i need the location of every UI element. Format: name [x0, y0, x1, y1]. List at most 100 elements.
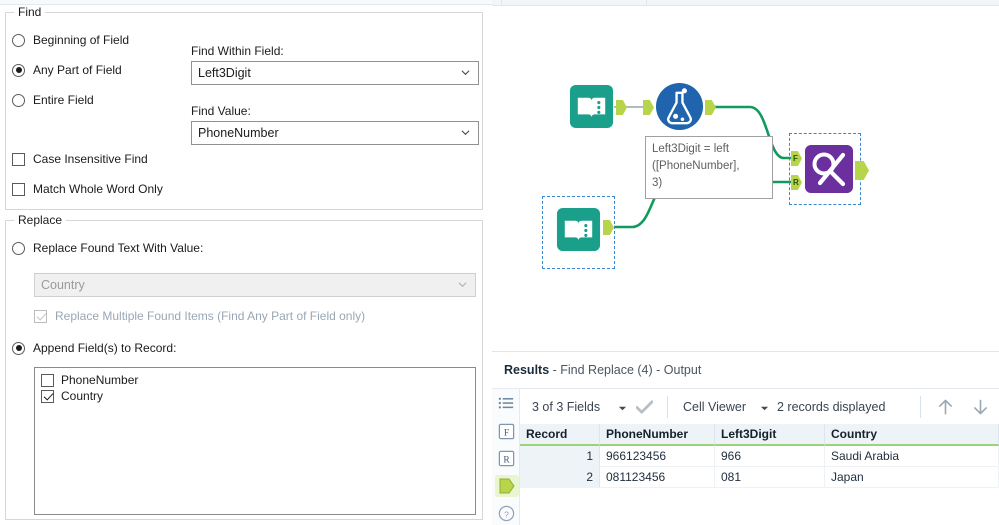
- radio-replace-found-text[interactable]: Replace Found Text With Value:: [12, 241, 203, 255]
- arrow-up-icon[interactable]: [937, 397, 954, 417]
- chevron-down-icon: [461, 70, 470, 76]
- results-panel: Results - Find Replace (4) - Output F R …: [492, 351, 999, 525]
- radio-any-part-of-field[interactable]: Any Part of Field: [12, 63, 122, 77]
- radio-any-part-of-field-label: Any Part of Field: [33, 63, 122, 77]
- workflow-area: Left3Digit = left ([PhoneNumber], 3) F R…: [492, 0, 999, 525]
- list-item[interactable]: PhoneNumber: [35, 372, 475, 388]
- radio-beginning-of-field-label: Beginning of Field: [33, 33, 130, 47]
- list-icon[interactable]: [497, 395, 516, 414]
- column-header-phonenumber[interactable]: PhoneNumber: [600, 424, 715, 446]
- formula-annotation-line-2: ([PhoneNumber],: [652, 160, 740, 172]
- output-anchor-icon[interactable]: [495, 475, 519, 497]
- config-panel-top-strip: [0, 0, 492, 5]
- formula-annotation-line-3: 3): [652, 177, 663, 189]
- checkbox-case-insensitive-find-label: Case Insensitive Find: [33, 152, 148, 166]
- results-toolbar: 3 of 3 Fields Cell Viewer 2 records disp…: [520, 389, 999, 424]
- results-icon-rail: F R ?: [492, 389, 520, 525]
- table-header-row: Record PhoneNumber Left3Digit Country: [520, 424, 999, 446]
- column-header-country[interactable]: Country: [825, 424, 999, 446]
- find-value-label: Find Value:: [191, 104, 251, 118]
- checkbox-replace-multiple-found-items-box: [34, 309, 47, 323]
- cell-country: Japan: [825, 467, 999, 487]
- replace-value-combo[interactable]: Country: [34, 273, 476, 297]
- radio-entire-field-dot: [12, 93, 25, 107]
- view-mode-selector[interactable]: Cell Viewer: [683, 400, 746, 414]
- radio-append-fields-to-record[interactable]: Append Field(s) to Record:: [12, 341, 176, 355]
- replace-group-title: Replace: [14, 213, 67, 227]
- results-title-bold: Results: [504, 363, 550, 377]
- input-data-tool-2[interactable]: [555, 206, 602, 253]
- results-data-grid[interactable]: Record PhoneNumber Left3Digit Country 1 …: [520, 424, 999, 525]
- list-item-label: PhoneNumber: [61, 373, 139, 387]
- column-header-record[interactable]: Record: [520, 424, 600, 446]
- radio-append-fields-to-record-dot: [12, 341, 25, 355]
- tool-configuration-panel: Find Beginning of Field Any Part of Fiel…: [0, 0, 492, 525]
- find-group-title: Find: [14, 5, 46, 19]
- cell-country: Saudi Arabia: [825, 446, 999, 466]
- input-data-icon: [556, 207, 601, 252]
- chevron-down-icon[interactable]: [618, 404, 627, 413]
- svg-text:F: F: [504, 428, 509, 438]
- svg-text:?: ?: [504, 509, 509, 519]
- formula-tool[interactable]: [655, 82, 704, 131]
- chevron-down-icon: [458, 282, 467, 288]
- fields-selector[interactable]: 3 of 3 Fields: [532, 400, 600, 414]
- find-within-field-label: Find Within Field:: [191, 44, 284, 58]
- radio-beginning-of-field-dot: [12, 33, 25, 47]
- toolbar-divider: [920, 396, 921, 418]
- workflow-canvas[interactable]: Left3Digit = left ([PhoneNumber], 3) F R: [492, 6, 999, 351]
- append-fields-listbox[interactable]: PhoneNumber Country: [34, 367, 476, 515]
- checkbox-replace-multiple-found-items[interactable]: Replace Multiple Found Items (Find Any P…: [34, 309, 365, 323]
- find-within-field-value: Left3Digit: [198, 66, 251, 80]
- results-panel-title: Results - Find Replace (4) - Output: [504, 363, 701, 377]
- checkbox-phonenumber-box[interactable]: [41, 373, 54, 387]
- cell-record: 1: [520, 446, 600, 466]
- cell-left3digit: 081: [715, 467, 825, 487]
- radio-replace-found-text-label: Replace Found Text With Value:: [33, 241, 204, 255]
- arrow-down-icon[interactable]: [972, 397, 989, 417]
- list-item-label: Country: [61, 389, 104, 403]
- chevron-down-icon: [461, 130, 470, 136]
- find-replace-icon: [805, 145, 853, 193]
- results-title-rest: - Find Replace (4) - Output: [549, 363, 702, 377]
- row-divider: [520, 487, 999, 488]
- input-data-tool-1[interactable]: [568, 83, 615, 130]
- svg-text:R: R: [503, 455, 510, 465]
- check-icon[interactable]: [636, 400, 653, 415]
- replace-group-box: Replace Replace Found Text With Value: C…: [5, 213, 483, 520]
- help-icon[interactable]: ?: [497, 503, 516, 522]
- find-value-value: PhoneNumber: [198, 126, 279, 140]
- cell-record: 2: [520, 467, 600, 487]
- checkbox-match-whole-word-only[interactable]: Match Whole Word Only: [12, 182, 163, 196]
- find-replace-tool[interactable]: [805, 143, 853, 195]
- checkbox-case-insensitive-find[interactable]: Case Insensitive Find: [12, 152, 148, 166]
- output-anchor-glyph: [499, 478, 515, 494]
- replace-value-value: Country: [41, 278, 85, 292]
- cell-left3digit: 966: [715, 446, 825, 466]
- table-row[interactable]: 2 081123456 081 Japan: [520, 467, 999, 487]
- radio-replace-found-text-dot: [12, 241, 25, 255]
- toolbar-divider: [667, 396, 668, 418]
- records-icon[interactable]: R: [497, 449, 516, 468]
- cell-phonenumber: 966123456: [600, 446, 715, 466]
- formula-annotation-line-1: Left3Digit = left: [652, 143, 730, 155]
- find-value-combo[interactable]: PhoneNumber: [191, 121, 479, 145]
- formula-annotation[interactable]: Left3Digit = left ([PhoneNumber], 3): [645, 136, 773, 199]
- radio-entire-field[interactable]: Entire Field: [12, 93, 94, 107]
- find-within-field-combo[interactable]: Left3Digit: [191, 61, 479, 85]
- formula-icon: [655, 82, 704, 131]
- fields-icon[interactable]: F: [497, 422, 516, 441]
- radio-append-fields-to-record-label: Append Field(s) to Record:: [33, 341, 177, 355]
- find-group-box: Find Beginning of Field Any Part of Fiel…: [5, 5, 483, 210]
- checkbox-match-whole-word-only-label: Match Whole Word Only: [33, 182, 163, 196]
- radio-beginning-of-field[interactable]: Beginning of Field: [12, 33, 129, 47]
- list-item[interactable]: Country: [35, 388, 475, 404]
- column-header-left3digit[interactable]: Left3Digit: [715, 424, 825, 446]
- records-displayed-label: 2 records displayed: [777, 400, 886, 414]
- radio-any-part-of-field-dot: [12, 63, 25, 77]
- checkbox-replace-multiple-found-items-label: Replace Multiple Found Items (Find Any P…: [55, 309, 366, 323]
- checkbox-country-box[interactable]: [41, 389, 54, 403]
- cell-phonenumber: 081123456: [600, 467, 715, 487]
- table-row[interactable]: 1 966123456 966 Saudi Arabia: [520, 446, 999, 466]
- chevron-down-icon[interactable]: [760, 404, 769, 413]
